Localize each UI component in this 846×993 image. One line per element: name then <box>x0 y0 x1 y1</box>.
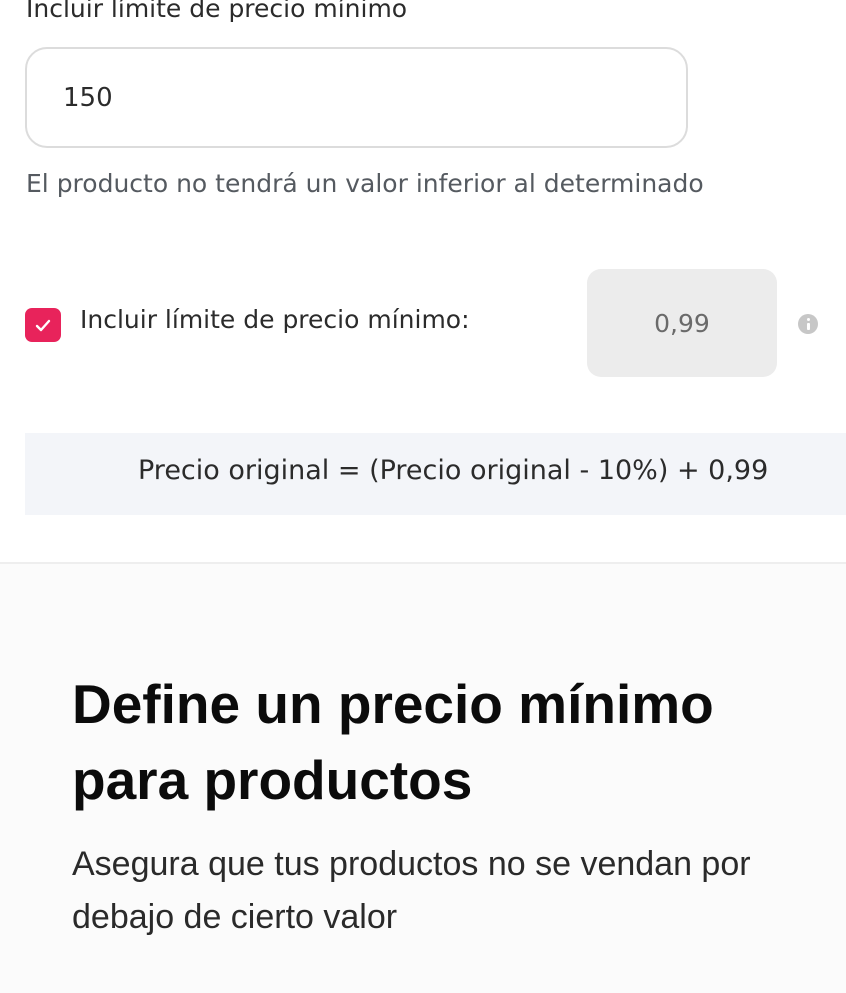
formula-box: Precio original = (Precio original - 10%… <box>25 433 846 515</box>
min-price-input[interactable] <box>25 47 688 148</box>
checkmark-icon <box>35 319 51 331</box>
min-price-field-label: Incluir límite de precio mínimo <box>26 0 408 23</box>
helper-text: El producto no tendrá un valor inferior … <box>26 169 704 198</box>
formula-text: Precio original = (Precio original - 10%… <box>138 455 769 486</box>
info-icon[interactable] <box>798 314 818 334</box>
include-min-price-label: Incluir límite de precio mínimo: <box>80 305 470 334</box>
feature-description-section: Define un precio mínimo para productos A… <box>0 564 846 993</box>
min-price-value-field[interactable]: 0,99 <box>587 269 777 377</box>
feature-description: Asegura que tus productos no se vendan p… <box>72 845 751 936</box>
include-min-price-checkbox[interactable] <box>25 308 61 342</box>
feature-title: Define un precio mínimo para productos <box>72 673 714 811</box>
min-price-settings-panel: Incluir límite de precio mínimo El produ… <box>0 0 846 562</box>
